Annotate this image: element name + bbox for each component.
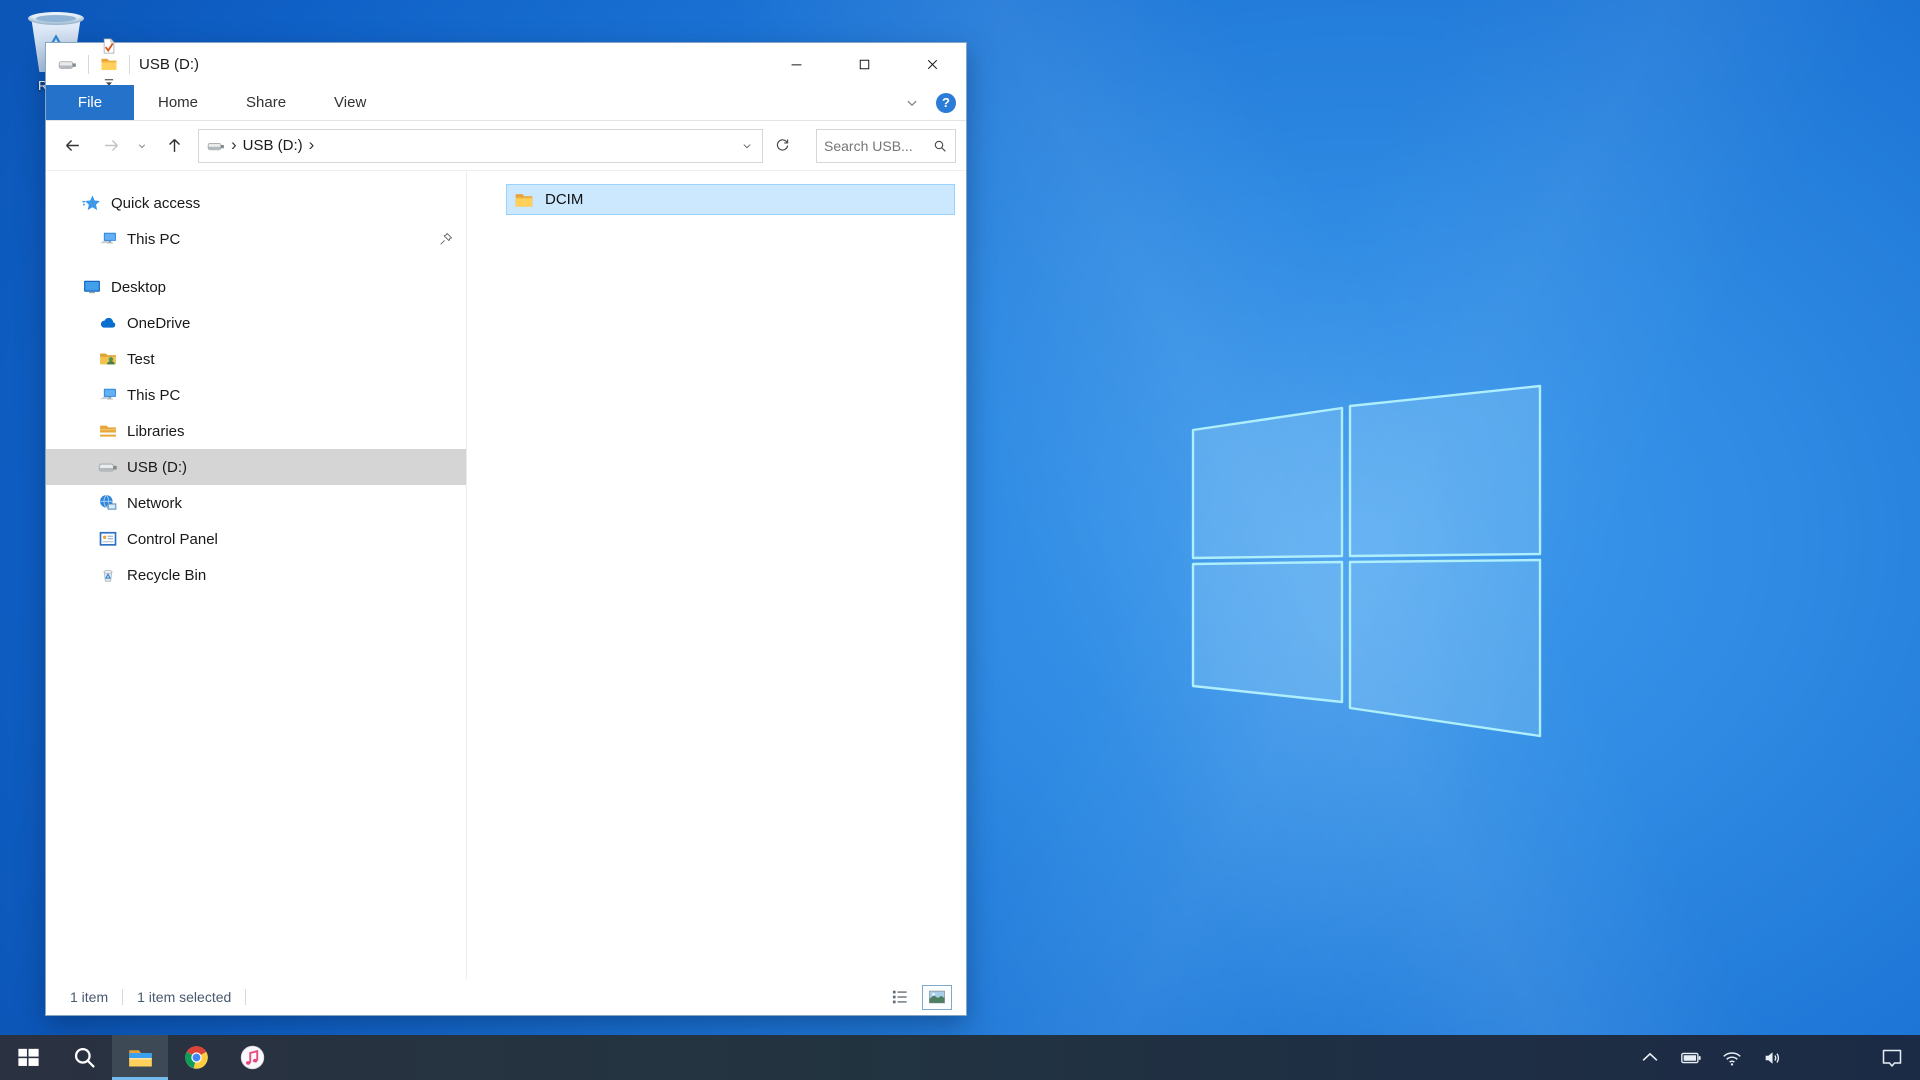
status-bar: 1 item 1 item selected bbox=[46, 979, 966, 1015]
back-button[interactable] bbox=[52, 129, 92, 163]
file-explorer-window: USB (D:) FileHomeShareView ? › USB (D: bbox=[45, 42, 967, 1016]
breadcrumb-drive[interactable]: USB (D:) bbox=[243, 137, 303, 154]
caption-buttons bbox=[762, 43, 966, 85]
caption-button-minimize[interactable] bbox=[762, 43, 830, 85]
search-input[interactable] bbox=[824, 138, 928, 154]
tray-expand-chevron-icon[interactable] bbox=[1639, 1047, 1661, 1069]
action-center-icon[interactable] bbox=[1880, 1046, 1904, 1070]
address-usb-drive-icon bbox=[207, 137, 225, 155]
menu-tab-home[interactable]: Home bbox=[134, 85, 222, 120]
window-title: USB (D:) bbox=[139, 56, 199, 73]
navigation-sidebar: Quick access This PC Desktop bbox=[46, 172, 467, 979]
volume-icon[interactable] bbox=[1762, 1047, 1784, 1069]
help-button[interactable]: ? bbox=[936, 93, 956, 113]
address-dropdown-chevron[interactable] bbox=[740, 139, 754, 153]
menu-tab-view[interactable]: View bbox=[310, 85, 390, 120]
wifi-icon[interactable] bbox=[1721, 1047, 1743, 1069]
file-item-dcim[interactable]: DCIM bbox=[506, 184, 955, 215]
item-count: 1 item bbox=[70, 989, 108, 1005]
sidebar-item-test[interactable]: Test bbox=[46, 341, 466, 377]
large-icons-view-button[interactable] bbox=[922, 985, 952, 1010]
taskbar-button-file-explorer[interactable] bbox=[112, 1035, 168, 1080]
qat-separator bbox=[88, 55, 89, 74]
sidebar-item-recycle-bin[interactable]: Recycle Bin bbox=[46, 557, 466, 593]
up-button[interactable] bbox=[154, 129, 194, 163]
taskbar-button-chrome[interactable] bbox=[168, 1035, 224, 1080]
breadcrumb-chevron[interactable]: › bbox=[231, 136, 237, 155]
taskbar bbox=[0, 1035, 1920, 1080]
address-bar[interactable]: › USB (D:) › bbox=[198, 129, 763, 163]
breadcrumb-chevron[interactable]: › bbox=[309, 136, 315, 155]
search-box[interactable] bbox=[816, 129, 956, 163]
selection-count: 1 item selected bbox=[137, 989, 231, 1005]
battery-icon[interactable] bbox=[1680, 1047, 1702, 1069]
sidebar-item-libraries[interactable]: Libraries bbox=[46, 413, 466, 449]
ribbon-menu-bar: FileHomeShareView ? bbox=[46, 85, 966, 121]
search-icon[interactable] bbox=[932, 138, 948, 154]
sidebar-item-quick-access[interactable]: Quick access bbox=[46, 185, 466, 221]
window-usb-drive-icon bbox=[58, 55, 77, 74]
caption-button-close[interactable] bbox=[898, 43, 966, 85]
sidebar-item-control-panel[interactable]: Control Panel bbox=[46, 521, 466, 557]
checkmark-document-icon[interactable] bbox=[100, 37, 118, 55]
navigation-toolbar: › USB (D:) › bbox=[46, 121, 966, 171]
quick-access-toolbar bbox=[46, 37, 130, 91]
taskbar-button-search[interactable] bbox=[56, 1035, 112, 1080]
title-bar[interactable]: USB (D:) bbox=[46, 43, 966, 85]
windows-logo-wallpaper bbox=[1190, 380, 1546, 744]
recent-locations-chevron[interactable] bbox=[130, 129, 154, 163]
taskbar-button-itunes[interactable] bbox=[224, 1035, 280, 1080]
folder-icon[interactable] bbox=[100, 55, 118, 73]
taskbar-button-start[interactable] bbox=[0, 1035, 56, 1080]
qat-separator bbox=[129, 55, 130, 74]
menu-tab-file[interactable]: File bbox=[46, 85, 134, 120]
pin-icon bbox=[438, 231, 454, 247]
details-view-button[interactable] bbox=[885, 985, 915, 1010]
sidebar-item-onedrive[interactable]: OneDrive bbox=[46, 305, 466, 341]
sidebar-item-this-pc[interactable]: This PC bbox=[46, 221, 466, 257]
file-list-pane[interactable]: DCIM bbox=[467, 172, 966, 979]
caption-button-maximize[interactable] bbox=[830, 43, 898, 85]
refresh-button[interactable] bbox=[763, 129, 801, 163]
sidebar-item-desktop[interactable]: Desktop bbox=[46, 269, 466, 305]
expand-ribbon-chevron-icon[interactable] bbox=[903, 94, 921, 112]
menu-tab-share[interactable]: Share bbox=[222, 85, 310, 120]
forward-button[interactable] bbox=[92, 129, 130, 163]
sidebar-item-this-pc[interactable]: This PC bbox=[46, 377, 466, 413]
sidebar-item-usb-d[interactable]: USB (D:) bbox=[46, 449, 466, 485]
sidebar-item-network[interactable]: Network bbox=[46, 485, 466, 521]
